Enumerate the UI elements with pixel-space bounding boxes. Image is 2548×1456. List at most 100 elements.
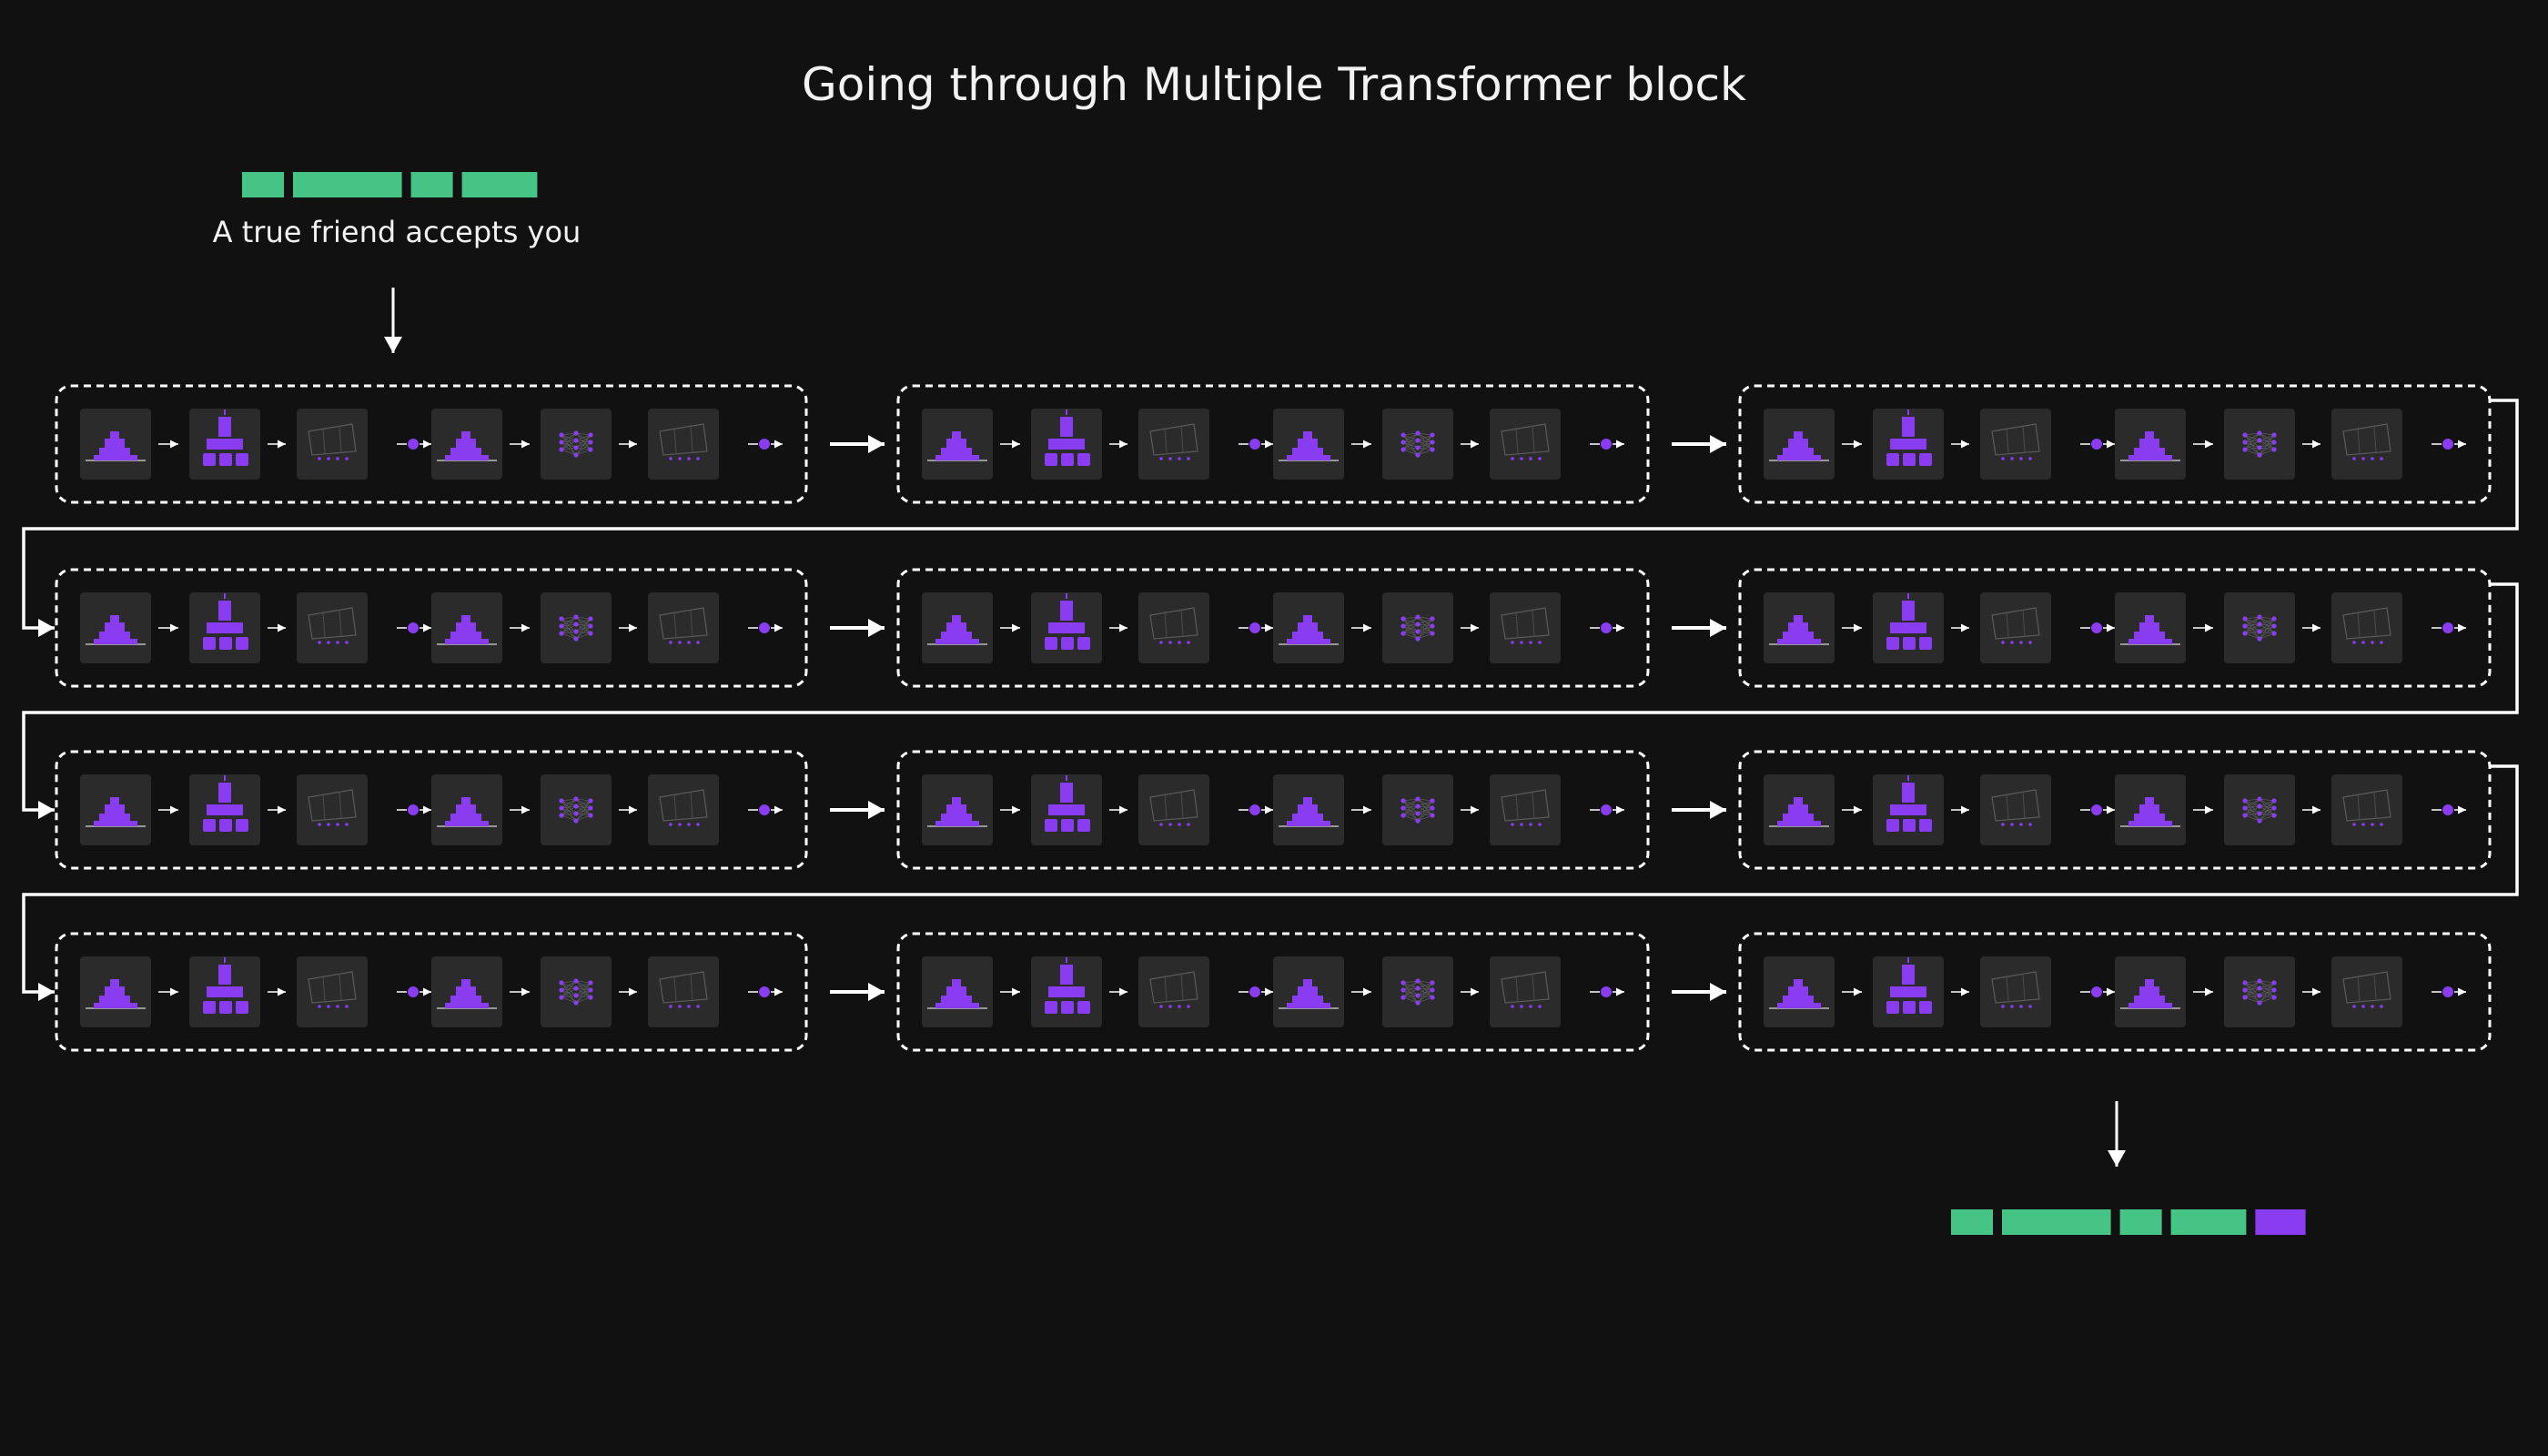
layer-norm-icon bbox=[922, 774, 993, 845]
layer-norm-icon bbox=[1273, 774, 1344, 845]
feed-forward-icon bbox=[1382, 956, 1453, 1027]
attention-icon bbox=[189, 409, 260, 480]
layer-norm-icon bbox=[2115, 409, 2186, 480]
transformer-block-r2c1 bbox=[55, 568, 808, 688]
transformer-block-r4c3 bbox=[1738, 932, 2492, 1052]
layer-norm-icon bbox=[431, 592, 502, 663]
layer-norm-icon bbox=[80, 956, 151, 1027]
input-token-4 bbox=[461, 172, 538, 197]
input-token-1 bbox=[242, 172, 284, 197]
layer-norm-icon bbox=[80, 592, 151, 663]
residual-add-icon bbox=[1239, 622, 1273, 633]
projection-icon bbox=[1490, 409, 1561, 480]
feed-forward-icon bbox=[541, 409, 612, 480]
residual-add-icon bbox=[2432, 439, 2466, 450]
layer-norm-icon bbox=[80, 774, 151, 845]
transformer-block-r3c3 bbox=[1738, 750, 2492, 870]
projection-icon bbox=[1980, 409, 2051, 480]
projection-icon bbox=[1138, 774, 1209, 845]
transformer-block-r3c1 bbox=[55, 750, 808, 870]
layer-norm-icon bbox=[922, 409, 993, 480]
residual-add-icon bbox=[1239, 439, 1273, 450]
residual-add-icon bbox=[2080, 439, 2115, 450]
feed-forward-icon bbox=[541, 956, 612, 1027]
projection-icon bbox=[2331, 592, 2402, 663]
transformer-block-r1c2 bbox=[896, 384, 1650, 504]
attention-icon bbox=[1031, 774, 1102, 845]
residual-add-icon bbox=[1590, 804, 1624, 815]
projection-icon bbox=[1138, 592, 1209, 663]
layer-norm-icon bbox=[1764, 774, 1835, 845]
residual-add-icon bbox=[748, 439, 783, 450]
transformer-diagram bbox=[22, 172, 2519, 1235]
layer-norm-icon bbox=[431, 774, 502, 845]
residual-add-icon bbox=[2080, 622, 2115, 633]
residual-add-icon bbox=[1239, 986, 1273, 997]
residual-add-icon bbox=[1590, 986, 1624, 997]
output-token-5 bbox=[2255, 1209, 2306, 1235]
projection-icon bbox=[2331, 409, 2402, 480]
projection-icon bbox=[648, 592, 719, 663]
projection-icon bbox=[1980, 774, 2051, 845]
attention-icon bbox=[1031, 409, 1102, 480]
input-token-2 bbox=[293, 172, 402, 197]
transformer-block-r4c1 bbox=[55, 932, 808, 1052]
attention-icon bbox=[189, 956, 260, 1027]
residual-add-icon bbox=[397, 439, 431, 450]
attention-icon bbox=[1031, 592, 1102, 663]
layer-norm-icon bbox=[80, 409, 151, 480]
residual-add-icon bbox=[1590, 622, 1624, 633]
feed-forward-icon bbox=[2224, 592, 2295, 663]
feed-forward-icon bbox=[2224, 409, 2295, 480]
transformer-block-r3c2 bbox=[896, 750, 1650, 870]
projection-icon bbox=[648, 409, 719, 480]
feed-forward-icon bbox=[1382, 592, 1453, 663]
layer-norm-icon bbox=[431, 956, 502, 1027]
feed-forward-icon bbox=[1382, 774, 1453, 845]
projection-icon bbox=[648, 774, 719, 845]
feed-forward-icon bbox=[541, 774, 612, 845]
layer-norm-icon bbox=[1764, 409, 1835, 480]
input-token-3 bbox=[410, 172, 453, 197]
projection-icon bbox=[297, 592, 368, 663]
attention-icon bbox=[1873, 956, 1944, 1027]
residual-add-icon bbox=[2080, 804, 2115, 815]
residual-add-icon bbox=[2080, 986, 2115, 997]
output-token-3 bbox=[2119, 1209, 2162, 1235]
attention-icon bbox=[189, 592, 260, 663]
projection-icon bbox=[297, 956, 368, 1027]
projection-icon bbox=[1490, 956, 1561, 1027]
transformer-block-r4c2 bbox=[896, 932, 1650, 1052]
output-token-2 bbox=[2002, 1209, 2111, 1235]
projection-icon bbox=[297, 409, 368, 480]
layer-norm-icon bbox=[922, 956, 993, 1027]
residual-add-icon bbox=[1239, 804, 1273, 815]
feed-forward-icon bbox=[2224, 956, 2295, 1027]
layer-norm-icon bbox=[1273, 592, 1344, 663]
residual-add-icon bbox=[2432, 622, 2466, 633]
residual-add-icon bbox=[1590, 439, 1624, 450]
layer-norm-icon bbox=[1273, 409, 1344, 480]
projection-icon bbox=[1980, 592, 2051, 663]
attention-icon bbox=[1873, 774, 1944, 845]
residual-add-icon bbox=[2432, 986, 2466, 997]
layer-norm-icon bbox=[431, 409, 502, 480]
residual-add-icon bbox=[397, 622, 431, 633]
layer-norm-icon bbox=[2115, 956, 2186, 1027]
projection-icon bbox=[1490, 774, 1561, 845]
residual-add-icon bbox=[397, 986, 431, 997]
projection-icon bbox=[1980, 956, 2051, 1027]
attention-icon bbox=[189, 774, 260, 845]
residual-add-icon bbox=[748, 622, 783, 633]
transformer-block-r2c2 bbox=[896, 568, 1650, 688]
residual-add-icon bbox=[397, 804, 431, 815]
projection-icon bbox=[2331, 956, 2402, 1027]
layer-norm-icon bbox=[1273, 956, 1344, 1027]
transformer-block-r1c3 bbox=[1738, 384, 2492, 504]
layer-norm-icon bbox=[1764, 592, 1835, 663]
layer-norm-icon bbox=[2115, 774, 2186, 845]
transformer-block-r1c1 bbox=[55, 384, 808, 504]
attention-icon bbox=[1031, 956, 1102, 1027]
attention-icon bbox=[1873, 409, 1944, 480]
projection-icon bbox=[1490, 592, 1561, 663]
